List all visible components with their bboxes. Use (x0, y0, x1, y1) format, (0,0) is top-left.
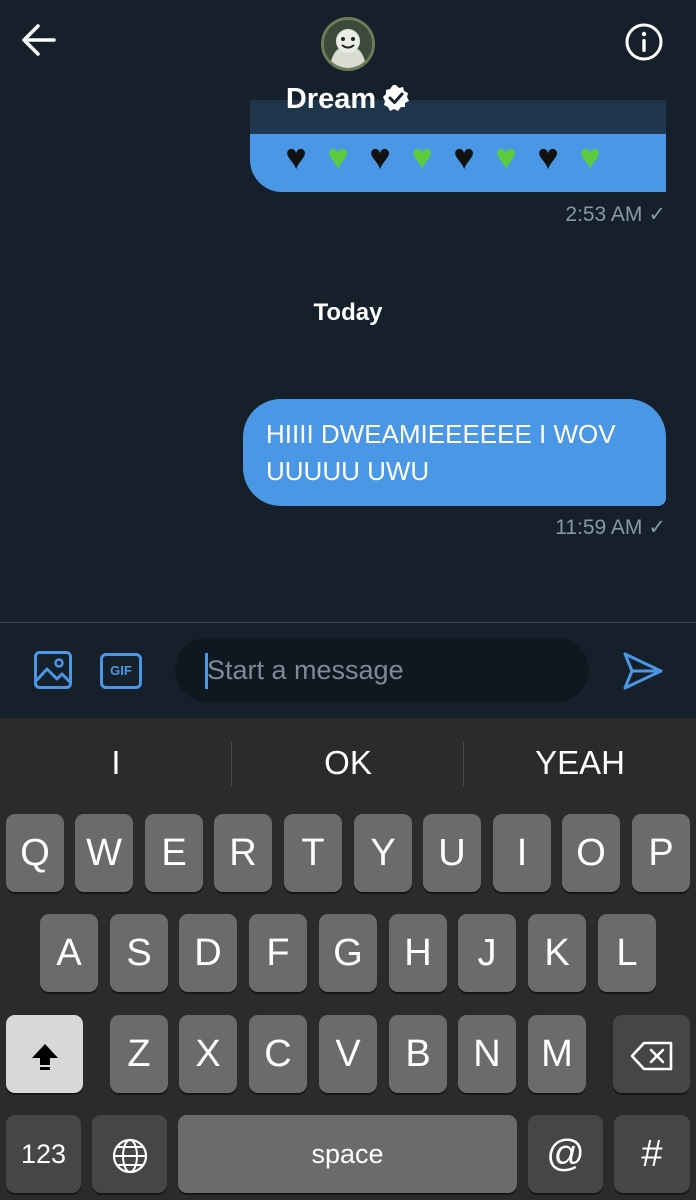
message-timestamp: 2:53 AM ✓ (565, 203, 666, 226)
key-l[interactable]: L (598, 914, 656, 992)
key-m[interactable]: M (528, 1015, 586, 1093)
key-t[interactable]: T (284, 814, 342, 892)
back-arrow-icon[interactable] (20, 22, 58, 58)
at-key[interactable]: @ (528, 1115, 603, 1193)
space-key[interactable]: space (178, 1115, 517, 1193)
sent-check-icon: ✓ (648, 203, 666, 226)
key-w[interactable]: W (75, 814, 133, 892)
globe-icon[interactable] (92, 1115, 167, 1193)
key-y[interactable]: Y (354, 814, 412, 892)
key-v[interactable]: V (319, 1015, 377, 1093)
suggestion[interactable]: OK (232, 744, 464, 782)
key-u[interactable]: U (423, 814, 481, 892)
black-heart-icon: ♥ (285, 136, 309, 177)
info-icon[interactable] (624, 22, 664, 62)
key-x[interactable]: X (179, 1015, 237, 1093)
numbers-key[interactable]: 123 (6, 1115, 81, 1193)
conversation-header: Dream (0, 0, 696, 134)
black-heart-icon: ♥ (537, 136, 561, 177)
green-heart-icon: ♥ (579, 136, 603, 177)
send-icon[interactable] (622, 651, 664, 691)
backspace-icon[interactable] (613, 1015, 690, 1093)
message-timestamp: 11:59 AM ✓ (555, 516, 666, 539)
green-heart-icon: ♥ (495, 136, 519, 177)
key-o[interactable]: O (562, 814, 620, 892)
key-s[interactable]: S (110, 914, 168, 992)
hash-key[interactable]: # (614, 1115, 690, 1193)
onscreen-keyboard: I OK YEAH Q W E R T Y U I O P A S D F G … (0, 718, 696, 1200)
suggestion[interactable]: YEAH (464, 744, 696, 782)
key-r[interactable]: R (214, 814, 272, 892)
key-k[interactable]: K (528, 914, 586, 992)
image-icon[interactable] (33, 650, 73, 690)
key-b[interactable]: B (389, 1015, 447, 1093)
key-j[interactable]: J (458, 914, 516, 992)
green-heart-icon: ♥ (327, 136, 351, 177)
key-c[interactable]: C (249, 1015, 307, 1093)
key-e[interactable]: E (145, 814, 203, 892)
key-f[interactable]: F (249, 914, 307, 992)
black-heart-icon: ♥ (453, 136, 477, 177)
message-input[interactable] (175, 638, 589, 702)
key-n[interactable]: N (458, 1015, 516, 1093)
key-p[interactable]: P (632, 814, 690, 892)
message-composer: GIF (0, 622, 696, 718)
gif-button[interactable]: GIF (100, 653, 142, 689)
sent-check-icon: ✓ (648, 516, 666, 539)
key-q[interactable]: Q (6, 814, 64, 892)
key-z[interactable]: Z (110, 1015, 168, 1093)
black-heart-icon: ♥ (369, 136, 393, 177)
day-separator: Today (313, 299, 383, 326)
key-a[interactable]: A (40, 914, 98, 992)
green-heart-icon: ♥ (411, 136, 435, 177)
message-bubble[interactable]: HIIII DWEAMIEEEEEE I WOV UUUUU UWU (243, 399, 666, 506)
suggestion[interactable]: I (0, 744, 232, 782)
key-h[interactable]: H (389, 914, 447, 992)
shift-icon[interactable] (6, 1015, 83, 1093)
text-caret (205, 653, 208, 689)
conversation-title[interactable]: Dream (0, 83, 696, 120)
avatar[interactable] (321, 17, 375, 71)
verified-badge-icon (382, 84, 410, 120)
key-g[interactable]: G (319, 914, 377, 992)
predictive-bar: I OK YEAH (0, 718, 696, 810)
key-i[interactable]: I (493, 814, 551, 892)
key-d[interactable]: D (179, 914, 237, 992)
